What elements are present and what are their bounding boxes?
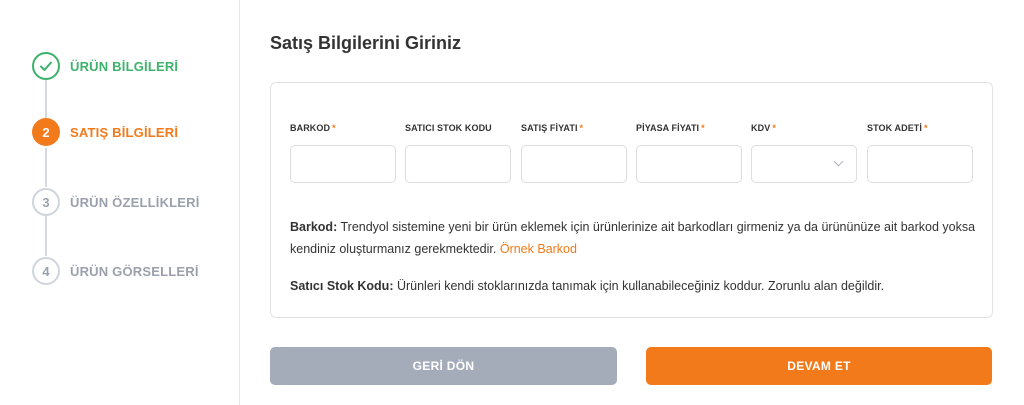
field-barkod: BARKOD * [290, 123, 396, 183]
step-number: 2 [32, 118, 60, 146]
field-label: BARKOD * [290, 123, 336, 133]
barcode-info-text: Trendyol sistemine yeni bir ürün eklemek… [290, 220, 976, 256]
barkod-input[interactable] [290, 145, 396, 183]
step-label: SATIŞ BİLGİLERİ [70, 124, 179, 140]
field-piyasa-fiyati: PİYASA FİYATI * [636, 123, 742, 183]
sample-barcode-link[interactable]: Örnek Barkod [500, 242, 577, 256]
field-stok-adeti: STOK ADETİ * [867, 123, 973, 183]
step-urun-ozellikleri[interactable]: 3 ÜRÜN ÖZELLİKLERİ [32, 188, 200, 216]
step-number: 4 [32, 257, 60, 285]
chevron-down-icon [833, 156, 844, 167]
kdv-select[interactable] [751, 145, 857, 183]
step-sidebar: ÜRÜN BİLGİLERİ 2 SATIŞ BİLGİLERİ 3 ÜRÜN … [0, 0, 240, 405]
step-connector [45, 148, 47, 187]
sales-info-card: BARKOD * SATICI STOK KODU SATIŞ FİYATI * P… [270, 82, 993, 318]
main-content: Satış Bilgilerini Giriniz BARKOD * SATICI… [241, 0, 1024, 405]
step-number: 3 [32, 188, 60, 216]
field-kdv: KDV * [751, 123, 857, 183]
stock-code-info-title: Satıcı Stok Kodu: [290, 279, 394, 293]
step-label: ÜRÜN BİLGİLERİ [70, 58, 179, 74]
stock-code-info-text: Ürünleri kendi stoklarınızda tanımak içi… [396, 279, 885, 293]
stok-adeti-input[interactable] [867, 145, 973, 183]
barcode-info-title: Barkod: [290, 220, 338, 234]
back-button[interactable]: GERİ DÖN [270, 347, 617, 385]
step-urun-gorselleri[interactable]: 4 ÜRÜN GÖRSELLERİ [32, 257, 199, 285]
field-label: SATIŞ FİYATI * [521, 123, 584, 133]
satici-stok-kodu-input[interactable] [405, 145, 511, 183]
page-title: Satış Bilgilerini Giriniz [270, 33, 462, 53]
satis-fiyati-input[interactable] [521, 145, 627, 183]
step-urun-bilgileri[interactable]: ÜRÜN BİLGİLERİ [32, 52, 178, 80]
step-connector [45, 216, 47, 256]
field-label: STOK ADETİ * [867, 123, 928, 133]
barcode-info: Barkod: Trendyol sistemine yeni bir ürün… [290, 216, 980, 260]
step-label: ÜRÜN ÖZELLİKLERİ [70, 194, 200, 210]
step-label: ÜRÜN GÖRSELLERİ [70, 263, 199, 279]
stock-code-info: Satıcı Stok Kodu: Ürünleri kendi stoklar… [290, 275, 980, 297]
step-satis-bilgileri[interactable]: 2 SATIŞ BİLGİLERİ [32, 118, 178, 146]
step-connector [45, 80, 47, 118]
field-label: PİYASA FİYATI * [636, 123, 705, 133]
field-satici-stok-kodu: SATICI STOK KODU [405, 123, 511, 183]
continue-button[interactable]: DEVAM ET [646, 347, 992, 385]
piyasa-fiyati-input[interactable] [636, 145, 742, 183]
field-label: KDV * [751, 123, 776, 133]
field-label: SATICI STOK KODU [405, 123, 492, 133]
check-icon [32, 52, 60, 80]
field-satis-fiyati: SATIŞ FİYATI * [521, 123, 627, 183]
